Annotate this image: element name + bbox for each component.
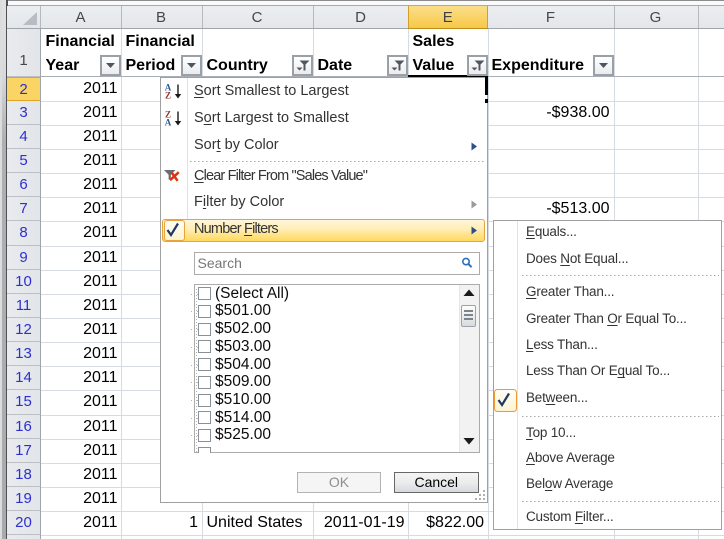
svg-text:A: A	[165, 117, 172, 127]
svg-text:Z: Z	[165, 90, 171, 100]
